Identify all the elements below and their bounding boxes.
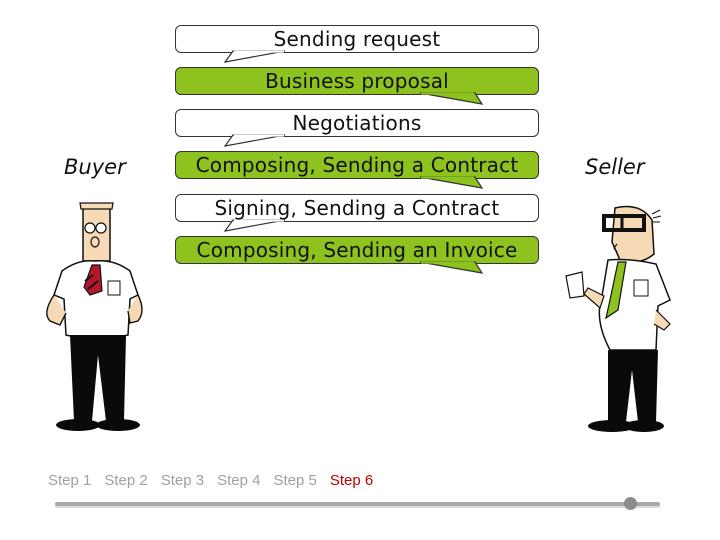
message-text: Sending request	[273, 27, 441, 51]
message-sending-request: Sending request	[175, 25, 539, 53]
bubble-tail	[223, 219, 286, 232]
step-1-link[interactable]: Step 1	[48, 472, 91, 489]
bubble-tail	[223, 50, 286, 63]
step-3-link[interactable]: Step 3	[161, 472, 204, 489]
message-composing-contract: Composing, Sending a Contract	[175, 151, 539, 179]
step-6-link[interactable]: Step 6	[330, 472, 373, 489]
progress-slider-track[interactable]	[55, 497, 660, 510]
bubble-tail	[223, 134, 286, 147]
progress-slider-thumb[interactable]	[623, 497, 637, 510]
message-text: Signing, Sending a Contract	[214, 196, 500, 220]
buyer-label: Buyer	[64, 155, 126, 179]
message-text: Composing, Sending a Contract	[195, 153, 519, 177]
bubble-tail	[419, 92, 484, 105]
step-2-link[interactable]: Step 2	[104, 472, 147, 489]
message-business-proposal: Business proposal	[175, 67, 539, 95]
step-4-link[interactable]: Step 4	[217, 472, 260, 489]
message-composing-invoice: Composing, Sending an Invoice	[175, 236, 539, 264]
bubble-tail	[419, 261, 484, 274]
seller-label: Seller	[585, 155, 645, 179]
step-5-link[interactable]: Step 5	[274, 472, 317, 489]
message-text: Negotiations	[292, 111, 422, 135]
message-negotiations: Negotiations	[175, 109, 539, 137]
step-navigation: Step 1 Step 2 Step 3 Step 4 Step 5 Step …	[48, 472, 373, 489]
message-signing-contract: Signing, Sending a Contract	[175, 194, 539, 222]
seller-figure-icon	[565, 205, 671, 432]
message-text: Composing, Sending an Invoice	[196, 238, 518, 262]
message-text: Business proposal	[265, 69, 449, 93]
buyer-figure-icon	[46, 202, 143, 431]
bubble-tail	[419, 176, 484, 189]
